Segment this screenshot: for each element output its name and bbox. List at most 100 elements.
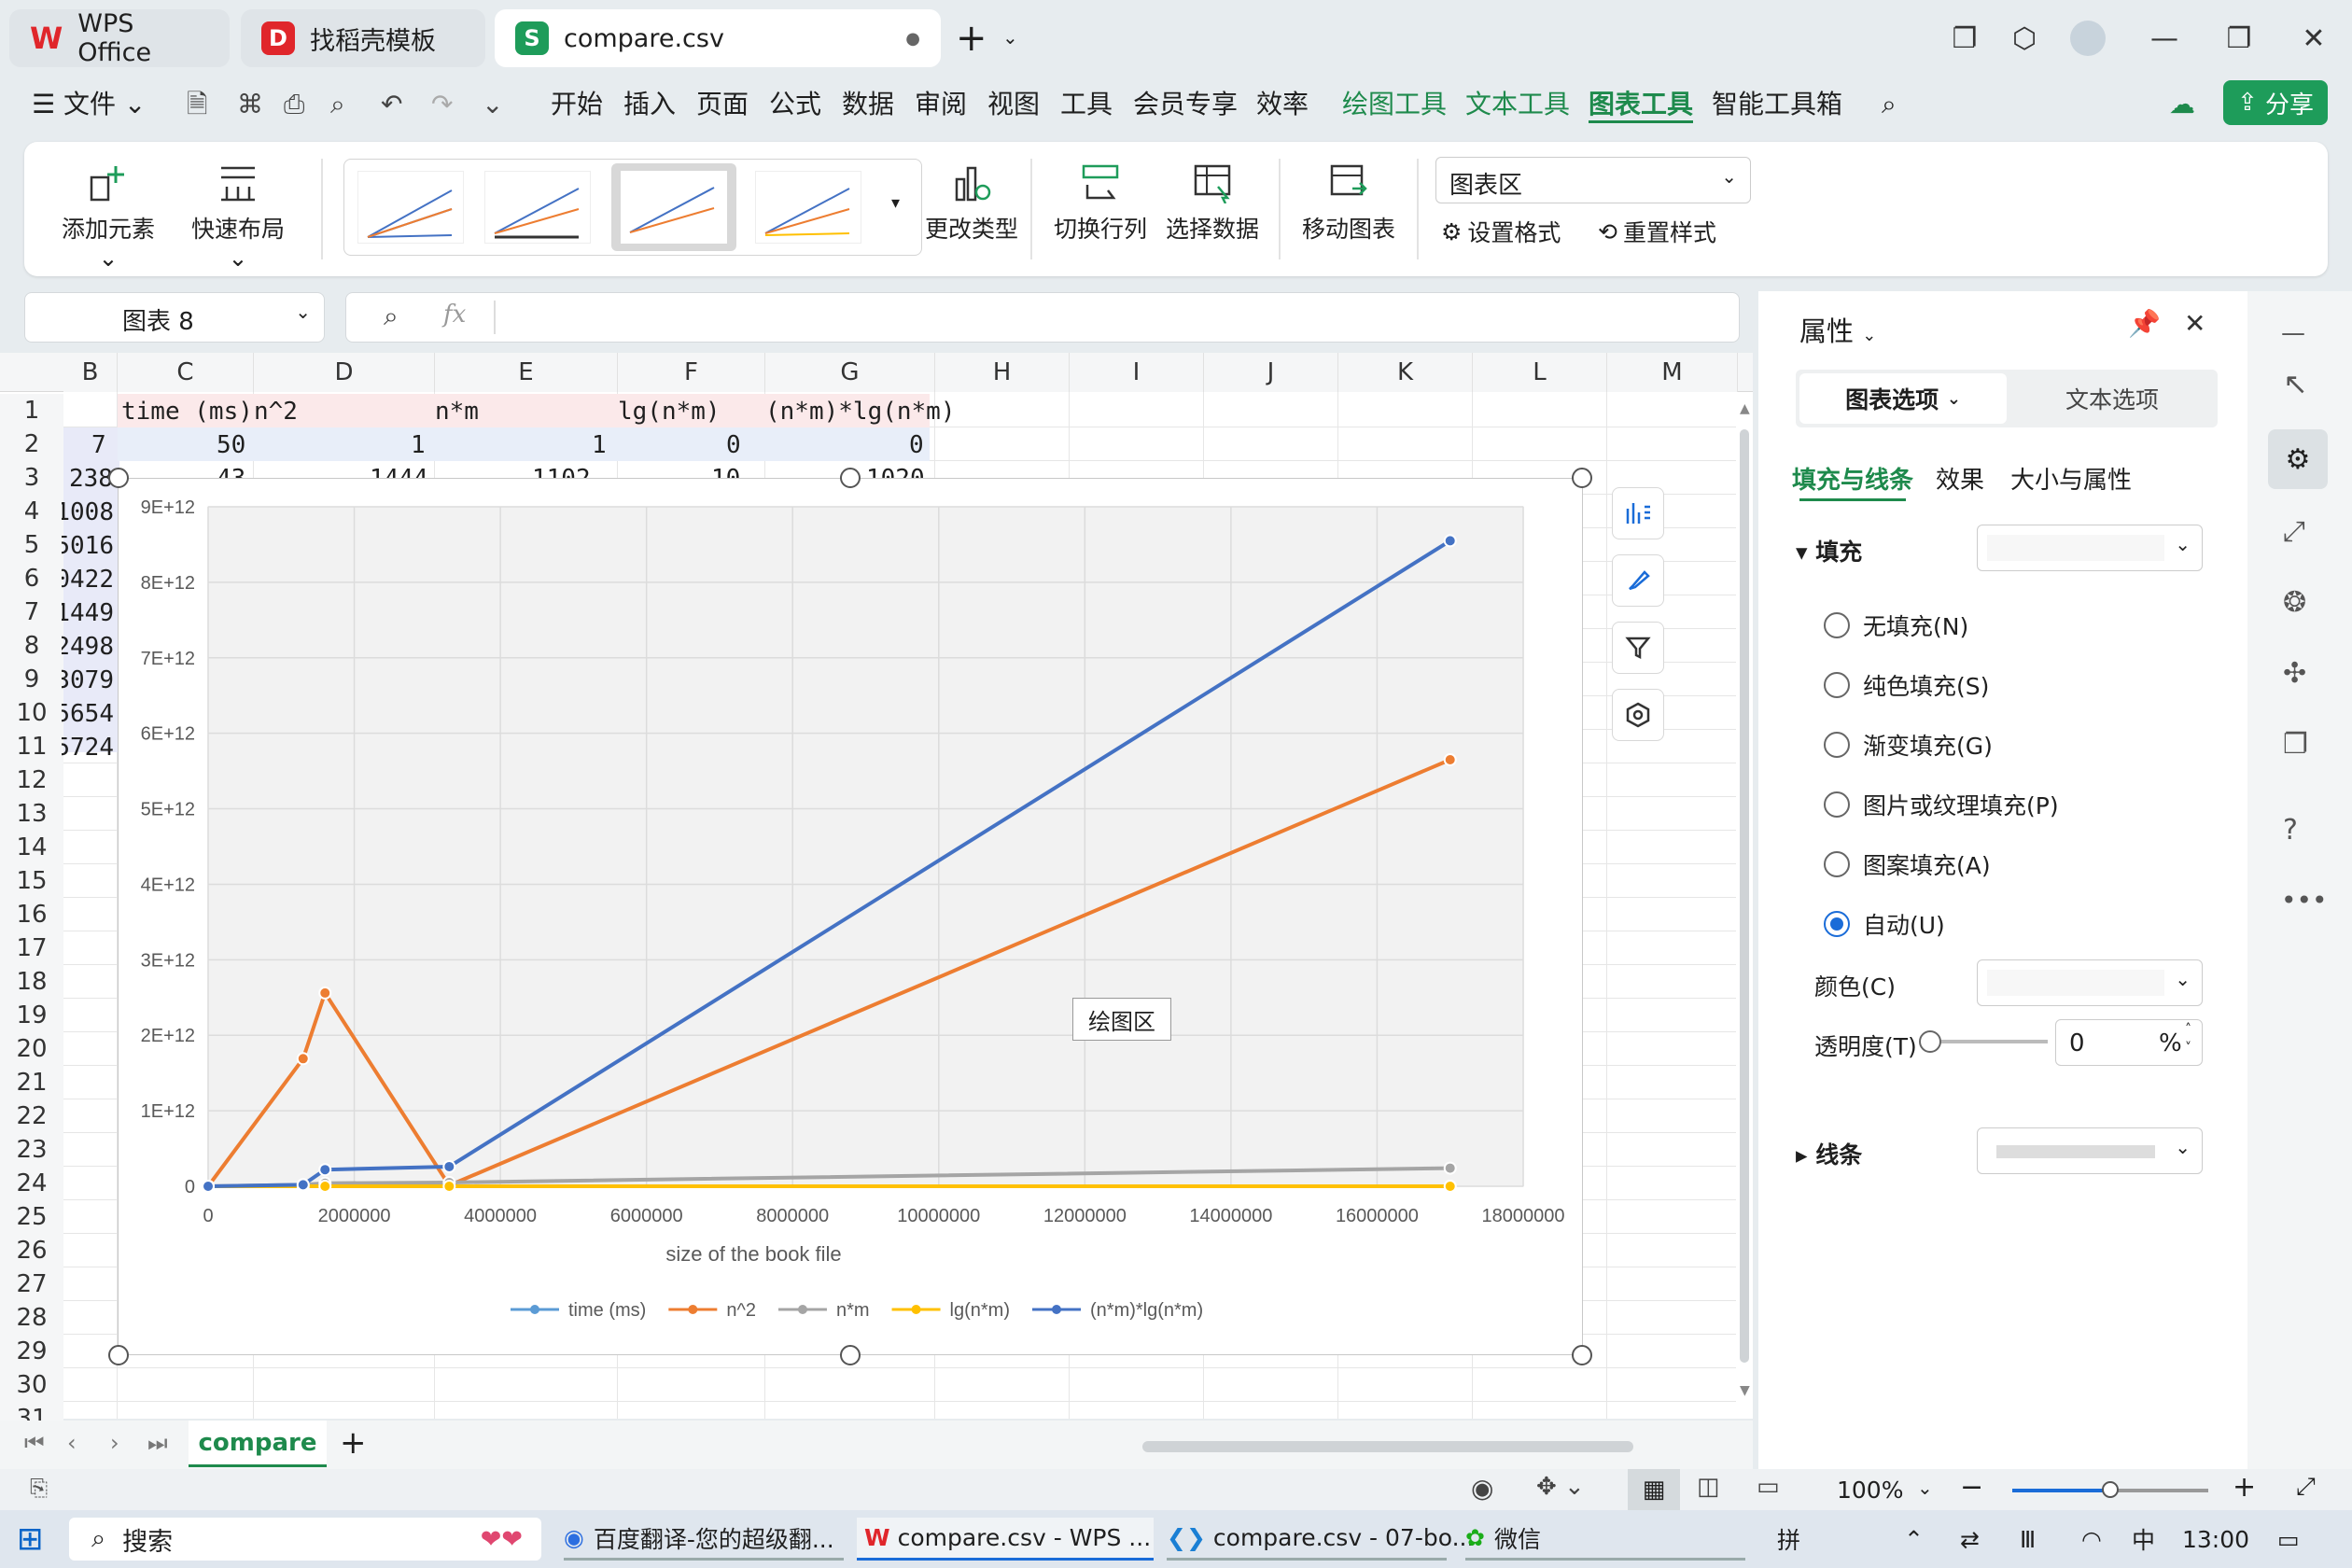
- clock[interactable]: 13:00: [2182, 1518, 2249, 1561]
- chevron-down-icon[interactable]: ⌄: [1002, 26, 1018, 49]
- data-point[interactable]: [296, 1052, 310, 1066]
- menu-drawing-tools[interactable]: 绘图工具: [1342, 86, 1447, 123]
- column-header-m[interactable]: M: [1607, 353, 1738, 392]
- page-view-icon[interactable]: ▭: [1757, 1473, 1780, 1501]
- language-indicator[interactable]: 中: [2132, 1518, 2155, 1561]
- tab-text-options[interactable]: 文本选项: [2010, 373, 2214, 424]
- column-header-l[interactable]: L: [1473, 353, 1607, 392]
- chart-style-1[interactable]: [357, 171, 464, 244]
- row-header-5[interactable]: 5: [0, 528, 63, 562]
- cell-e1[interactable]: n*m: [435, 398, 479, 426]
- resize-handle-tr[interactable]: [1572, 468, 1592, 488]
- row-header-1[interactable]: 1: [0, 394, 63, 427]
- zoom-in-icon[interactable]: +: [2233, 1471, 2256, 1504]
- row-header-7[interactable]: 7: [0, 595, 63, 629]
- resize-handle-t[interactable]: [840, 468, 861, 488]
- row-header-22[interactable]: 22: [0, 1099, 63, 1133]
- transparency-input[interactable]: 0 % ˄ ˅: [2055, 1019, 2203, 1066]
- menu-tools[interactable]: 工具: [1060, 86, 1113, 123]
- name-box[interactable]: 图表 8 ⌄: [24, 292, 325, 343]
- tray-app-icon[interactable]: Ⅲ: [2020, 1518, 2036, 1561]
- tray-settings-icon[interactable]: ⇄: [1960, 1518, 1980, 1561]
- new-tab-button[interactable]: +: [956, 17, 987, 60]
- next-sheet-icon[interactable]: ›: [110, 1430, 119, 1456]
- row-header-25[interactable]: 25: [0, 1200, 63, 1234]
- book-icon[interactable]: ❐: [2283, 728, 2308, 761]
- maximize-icon[interactable]: ❐: [2212, 13, 2266, 63]
- menu-view[interactable]: 视图: [987, 86, 1040, 123]
- cell-d2[interactable]: 1: [411, 431, 426, 459]
- cell-d1[interactable]: n^2: [254, 398, 298, 426]
- column-header-g[interactable]: G: [765, 353, 935, 392]
- row-header-12[interactable]: 12: [0, 763, 63, 797]
- row-header-2[interactable]: 2: [0, 427, 63, 461]
- legend-entry[interactable]: n^2: [726, 1300, 756, 1321]
- add-sheet-button[interactable]: +: [340, 1424, 367, 1462]
- cell-g1[interactable]: (n*m)*lg(n*m): [765, 398, 956, 426]
- formula-bar[interactable]: ⌕ fx: [345, 292, 1740, 343]
- page-break-view-icon[interactable]: ◫: [1697, 1473, 1720, 1501]
- zoom-slider[interactable]: [2012, 1481, 2208, 1498]
- chart-style-3-selected[interactable]: [611, 163, 736, 251]
- collapse-panel-icon[interactable]: —: [2281, 319, 2305, 347]
- subtab-fill-line[interactable]: 填充与线条: [1792, 461, 1913, 496]
- share-link-icon[interactable]: ⌘: [237, 86, 263, 123]
- tools-icon[interactable]: ✣: [2283, 657, 2306, 690]
- resize-handle-tl[interactable]: [108, 468, 129, 488]
- data-point[interactable]: [202, 1180, 216, 1193]
- row-header-4[interactable]: 4: [0, 495, 63, 528]
- cell-c2[interactable]: 50: [217, 431, 245, 459]
- macro-icon[interactable]: ⎘: [30, 1475, 48, 1501]
- chart-filter-icon[interactable]: [1612, 622, 1664, 674]
- chevron-down-icon[interactable]: ⌄: [1917, 1477, 1933, 1499]
- row-header-16[interactable]: 16: [0, 898, 63, 931]
- resize-handle-bl[interactable]: [108, 1345, 129, 1365]
- legend-entry[interactable]: (n*m)*lg(n*m): [1090, 1300, 1203, 1321]
- reset-style-button[interactable]: ⟲ 重置样式: [1598, 215, 1716, 248]
- cell-b3[interactable]: 238: [69, 465, 113, 493]
- chart-object[interactable]: 0 1E+12 2E+12 3E+12 4E+12 5E+12 6E+12 7E+12 8E+1…: [118, 478, 1583, 1355]
- chart-area-select[interactable]: 图表区 ⌄: [1435, 157, 1751, 203]
- row-header-9[interactable]: 9: [0, 663, 63, 696]
- fullscreen-icon[interactable]: ⤢: [2296, 1473, 2316, 1502]
- set-format-button[interactable]: ⚙ 设置格式: [1441, 215, 1561, 248]
- tab-wps-office[interactable]: W WPS Office: [9, 9, 230, 67]
- menu-efficiency[interactable]: 效率: [1256, 86, 1309, 123]
- cell-b2[interactable]: 7: [91, 431, 106, 459]
- cursor-icon[interactable]: ↖: [2283, 366, 2308, 401]
- data-point[interactable]: [318, 1180, 332, 1193]
- subtab-size-props[interactable]: 大小与属性: [2010, 461, 2132, 496]
- cell-b9[interactable]: 3079: [62, 666, 114, 694]
- ai-chart-icon[interactable]: ❂: [2283, 586, 2306, 619]
- column-header-f[interactable]: F: [618, 353, 765, 392]
- more-quick-access-icon[interactable]: ⌄: [482, 86, 503, 123]
- column-header-d[interactable]: D: [254, 353, 435, 392]
- last-sheet-icon[interactable]: ⏭: [147, 1430, 168, 1456]
- switch-row-column-button[interactable]: 切换行列: [1049, 162, 1152, 245]
- cell-b7[interactable]: 1449: [62, 599, 114, 627]
- cell-e3[interactable]: 1102: [532, 465, 591, 478]
- radio-pattern-fill[interactable]: 图案填充(A): [1824, 847, 1991, 881]
- column-header-i[interactable]: I: [1070, 353, 1204, 392]
- row-header-30[interactable]: 30: [0, 1368, 63, 1402]
- row-header-14[interactable]: 14: [0, 831, 63, 864]
- cell-b8[interactable]: 2498: [62, 633, 114, 661]
- menu-formula[interactable]: 公式: [769, 86, 821, 123]
- print-icon[interactable]: ⎙: [284, 86, 304, 123]
- row-header-26[interactable]: 26: [0, 1234, 63, 1267]
- cell-g2[interactable]: 0: [909, 431, 924, 459]
- properties-icon[interactable]: ⚙: [2268, 429, 2328, 489]
- line-chart[interactable]: 0 1E+12 2E+12 3E+12 4E+12 5E+12 6E+12 7E+12 8E+1…: [119, 479, 1584, 1356]
- row-header-28[interactable]: 28: [0, 1301, 63, 1335]
- chart-style-4[interactable]: [755, 171, 861, 244]
- move-chart-button[interactable]: 移动图表: [1297, 162, 1400, 245]
- prev-sheet-icon[interactable]: ‹: [67, 1430, 77, 1456]
- data-point[interactable]: [1443, 752, 1457, 766]
- taskbar-app-wechat[interactable]: ✿ 微信: [1465, 1518, 1745, 1561]
- quick-layout-button[interactable]: 快速布局 ⌄: [181, 162, 295, 272]
- column-header-j[interactable]: J: [1204, 353, 1338, 392]
- subtab-effects[interactable]: 效果: [1936, 461, 1984, 496]
- column-header-b[interactable]: B: [63, 353, 118, 392]
- chart-style-2[interactable]: [484, 171, 591, 244]
- transparency-slider[interactable]: [1919, 1030, 2048, 1053]
